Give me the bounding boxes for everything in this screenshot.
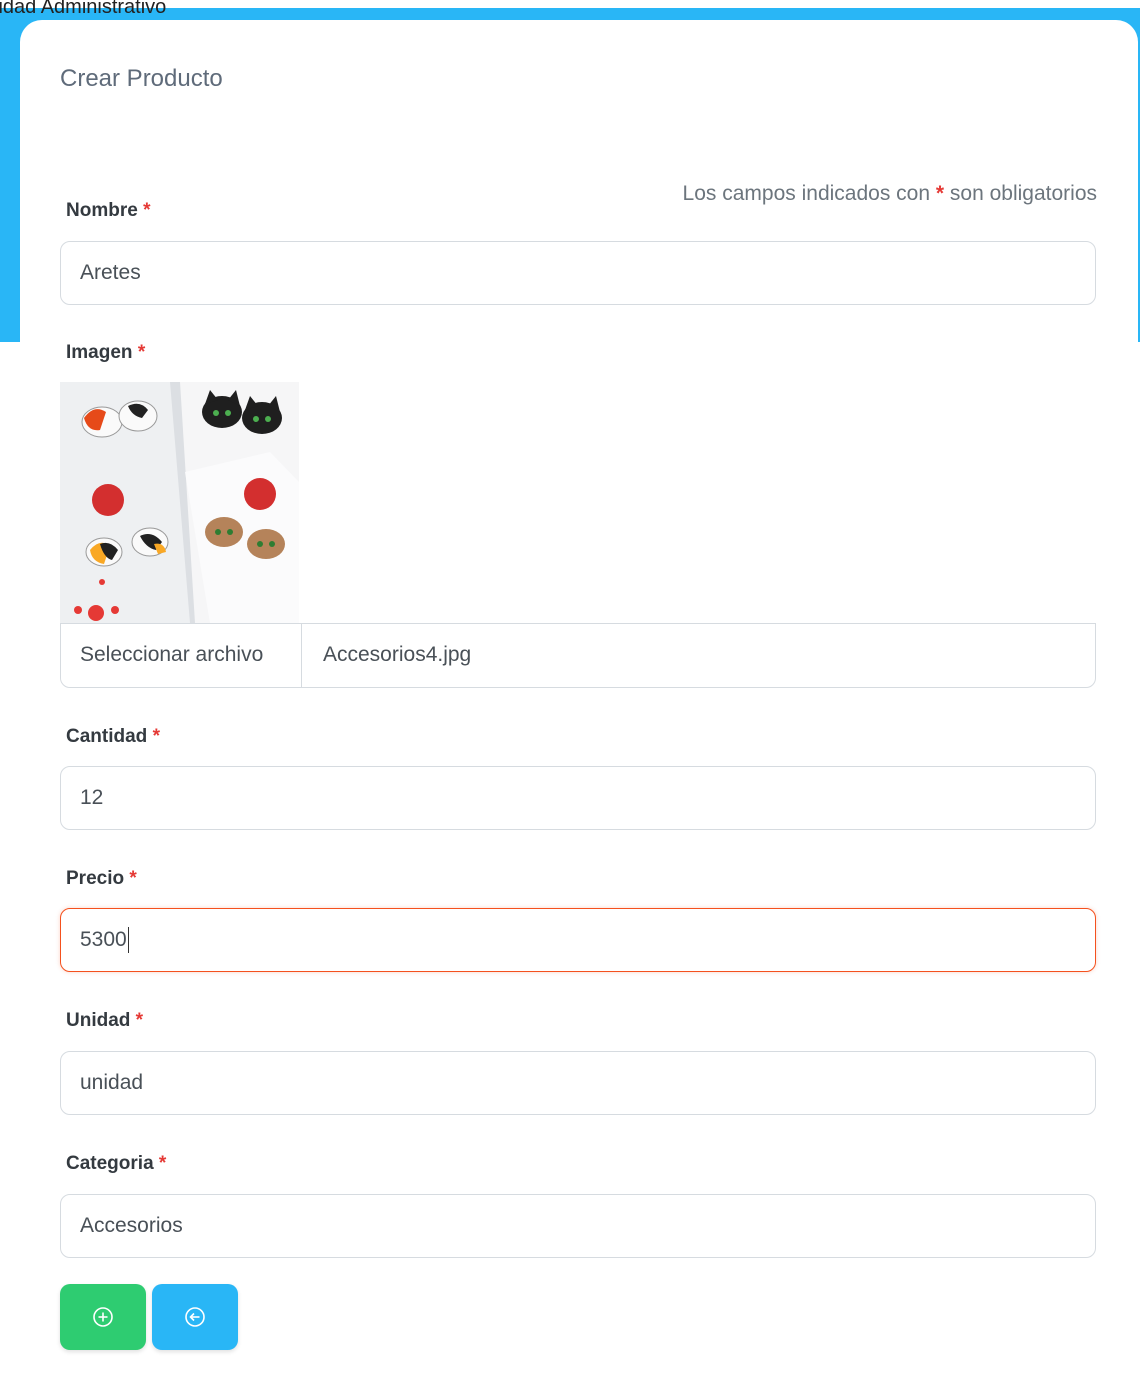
required-star: * (135, 1010, 144, 1031)
file-input[interactable]: Seleccionar archivo Accesorios4.jpg (60, 623, 1096, 688)
cantidad-input[interactable]: 12 (60, 766, 1096, 830)
image-preview (60, 382, 299, 623)
categoria-label: Categoria * (66, 1153, 167, 1174)
required-fields-note: Los campos indicados con * son obligator… (682, 182, 1097, 205)
required-star: * (152, 726, 160, 747)
nombre-label: Nombre * (66, 200, 151, 221)
categoria-input[interactable]: Accesorios (60, 1194, 1096, 1258)
precio-label: Precio * (66, 868, 137, 889)
arrow-left-circle-icon (185, 1307, 205, 1327)
selected-file-name: Accesorios4.jpg (323, 643, 472, 666)
required-star: * (935, 182, 945, 205)
required-star: * (158, 1153, 167, 1174)
earrings-photo (60, 382, 299, 623)
add-product-button[interactable] (60, 1284, 146, 1350)
required-star: * (129, 868, 137, 889)
required-star: * (143, 200, 151, 221)
back-button[interactable] (152, 1284, 238, 1350)
select-file-button[interactable]: Seleccionar archivo (61, 624, 302, 687)
page-caption: lidad Administrativo (0, 0, 167, 18)
unidad-label: Unidad * (66, 1010, 144, 1031)
cantidad-label: Cantidad * (66, 726, 160, 747)
imagen-label: Imagen * (66, 342, 146, 363)
page-edge (0, 342, 8, 1366)
precio-input[interactable]: 5300 (60, 908, 1096, 972)
plus-circle-icon (93, 1307, 113, 1327)
product-form-card: Crear Producto Los campos indicados con … (20, 20, 1138, 1380)
form-title: Crear Producto (60, 65, 223, 92)
unidad-input[interactable]: unidad (60, 1051, 1096, 1115)
required-star: * (137, 342, 146, 363)
nombre-input[interactable]: Aretes (60, 241, 1096, 305)
text-cursor (127, 927, 129, 954)
